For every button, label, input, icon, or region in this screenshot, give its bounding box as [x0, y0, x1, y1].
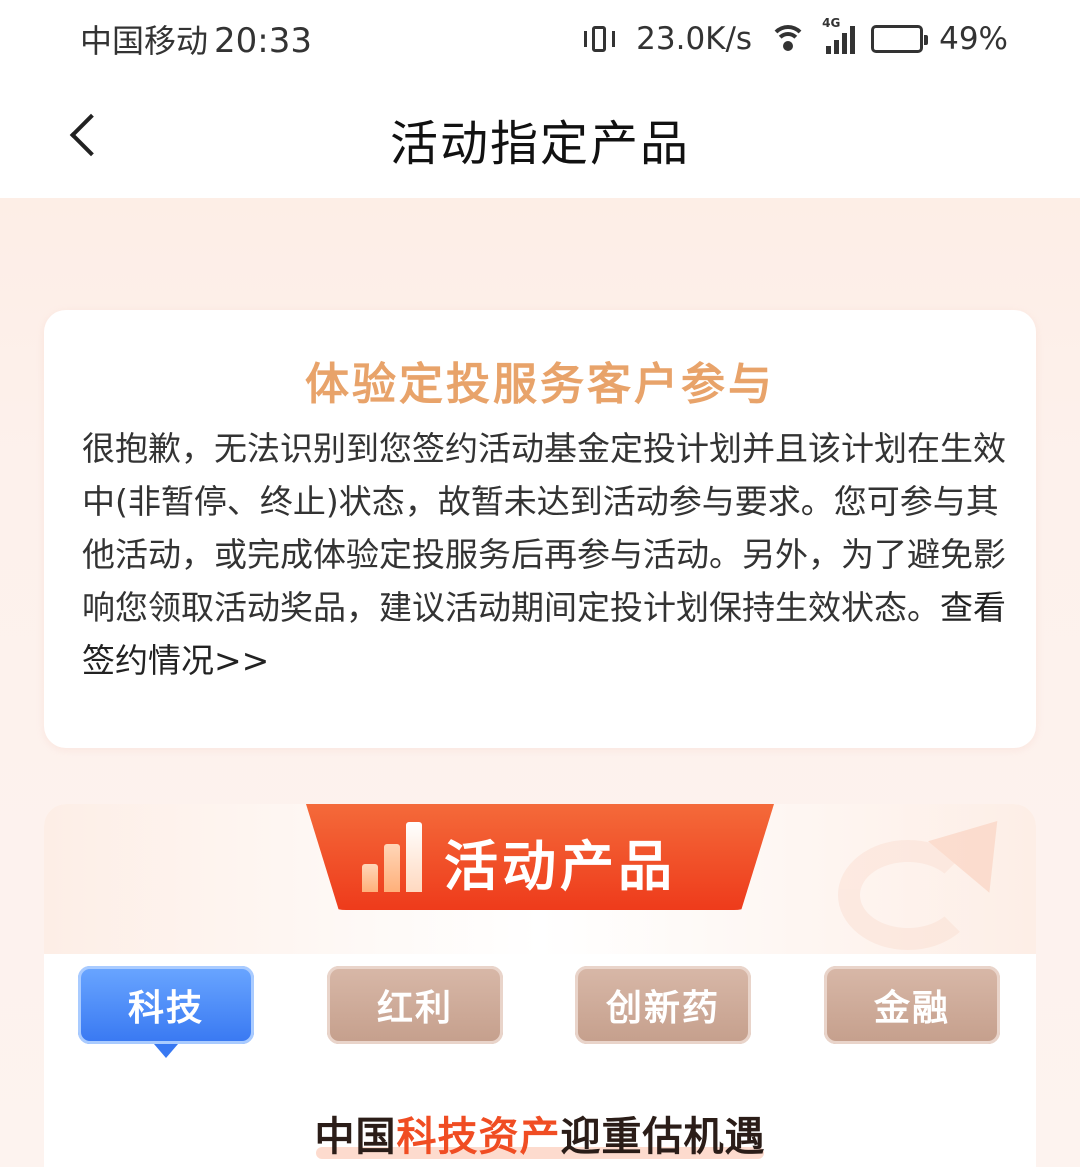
status-right: 23.0K/s 4G 49% [580, 16, 1008, 57]
vibrate-icon [580, 24, 620, 54]
clock: 20:33 [214, 21, 312, 61]
notice-card: 体验定投服务客户参与 很抱歉，无法识别到您签约活动基金定投计划并且该计划在生效中… [44, 310, 1036, 748]
subheading-prefix: 中国 [314, 1114, 397, 1160]
wifi-icon [768, 23, 808, 55]
page: 中国移动 20:33 23.0K/s 4G 49% 活动指定产品 体验定投服务客… [0, 0, 1080, 1167]
tab-innovative-drug[interactable]: 创新药 [575, 966, 751, 1044]
notice-title: 体验定投服务客户参与 [305, 359, 775, 410]
carrier-name: 中国移动 [80, 22, 209, 60]
battery-percent: 49% [939, 21, 1008, 57]
growth-arrow-icon [828, 804, 1028, 950]
page-title: 活动指定产品 [389, 116, 690, 172]
bar-chart-icon [362, 822, 428, 892]
section-subheading: 中国科技资产迎重估机遇 [44, 1104, 1036, 1162]
category-tabs: 科技 红利 创新药 金融 [78, 966, 1002, 1066]
signal-icon: 4G [822, 16, 856, 54]
nav-bar: 活动指定产品 [0, 78, 1080, 198]
product-card: 活动产品 科技 红利 创新药 金融 中国科技资产迎重估机遇 [44, 804, 1036, 1167]
status-bar: 中国移动 20:33 23.0K/s 4G 49% [0, 0, 1080, 78]
tab-dividend[interactable]: 红利 [327, 966, 503, 1044]
battery-icon [871, 25, 929, 53]
subheading-highlight: 科技资产 [396, 1114, 561, 1160]
product-banner-title: 活动产品 [444, 835, 676, 898]
notice-text: 很抱歉，无法识别到您签约活动基金定投计划并且该计划在生效中(非暂停、终止)状态，… [82, 429, 1006, 627]
network-speed: 23.0K/s [636, 21, 753, 57]
network-type: 4G [822, 16, 841, 30]
tab-finance[interactable]: 金融 [824, 966, 1000, 1044]
notice-body: 很抱歉，无法识别到您签约活动基金定投计划并且该计划在生效中(非暂停、终止)状态，… [82, 422, 1006, 687]
subheading-suffix: 迎重估机遇 [560, 1114, 766, 1160]
status-left: 中国移动 20:33 [80, 16, 312, 62]
tab-tech[interactable]: 科技 [78, 966, 254, 1058]
